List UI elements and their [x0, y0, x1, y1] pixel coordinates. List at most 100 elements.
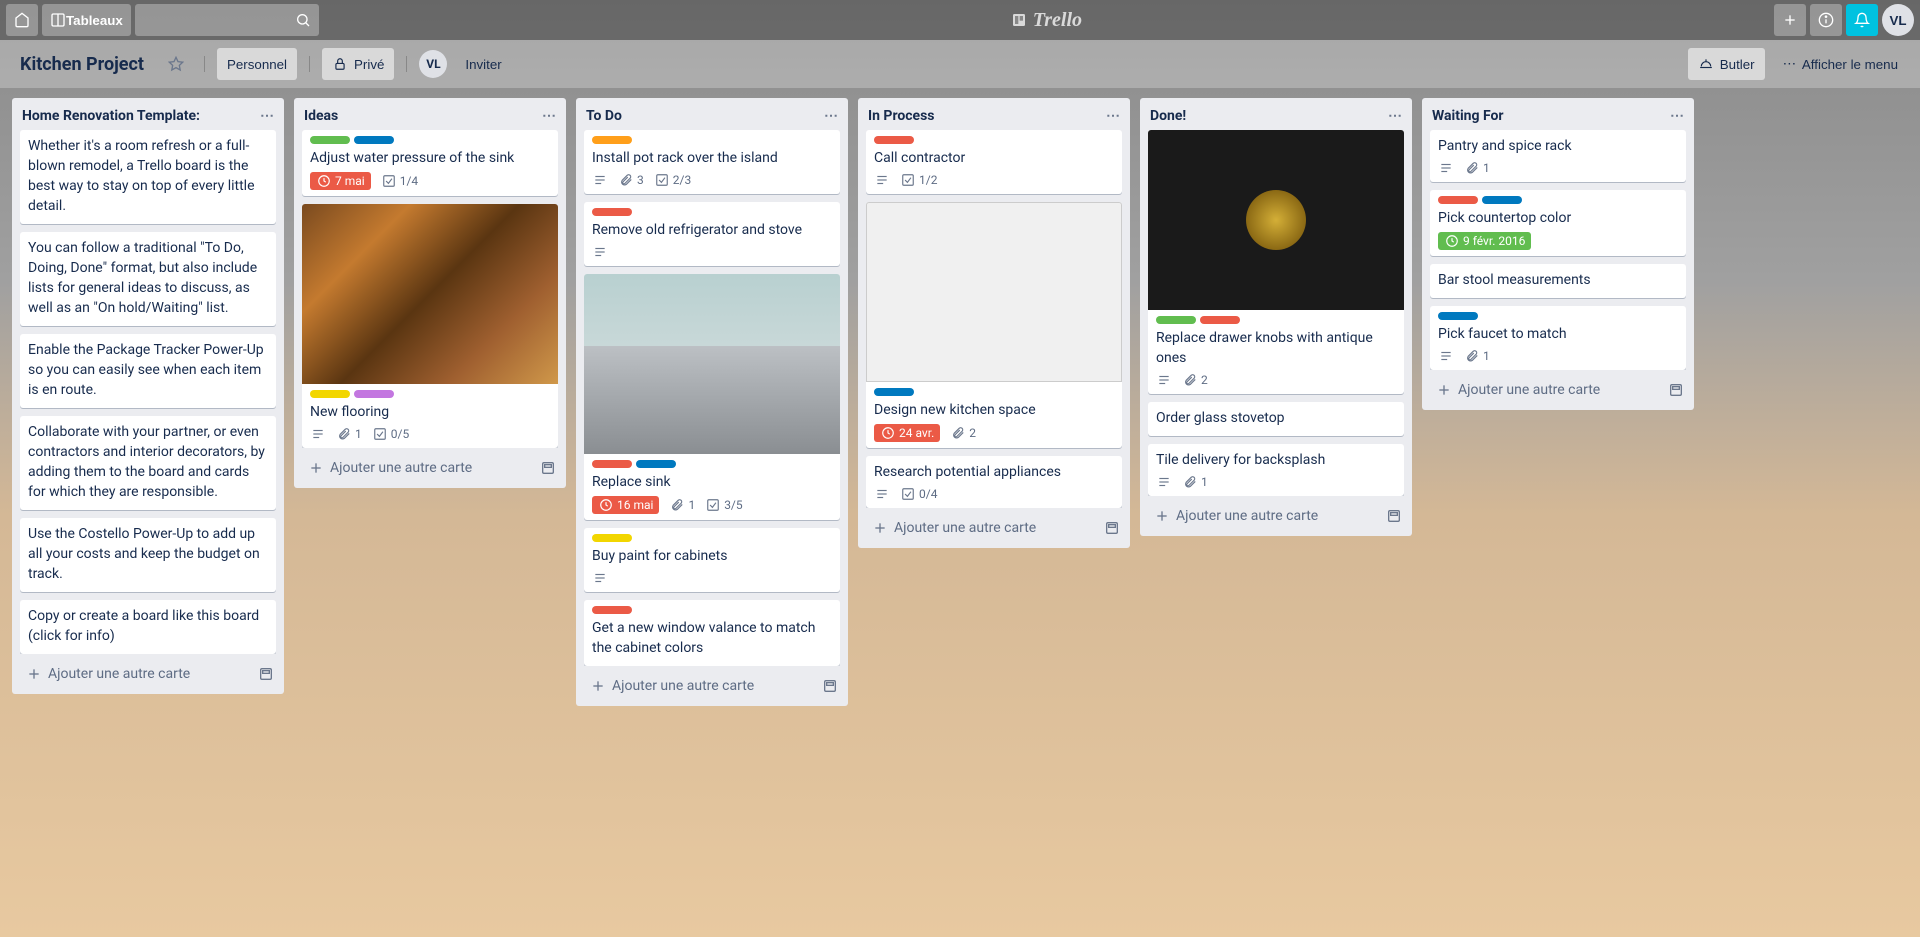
- home-button[interactable]: [6, 4, 38, 36]
- trello-logo[interactable]: Trello: [1011, 9, 1082, 32]
- card[interactable]: Pick faucet to match1: [1430, 306, 1686, 370]
- add-button[interactable]: [1774, 4, 1806, 36]
- card[interactable]: Replace drawer knobs with antique ones2: [1148, 130, 1404, 394]
- card[interactable]: Call contractor1/2: [866, 130, 1122, 194]
- card[interactable]: Buy paint for cabinets: [584, 528, 840, 592]
- card[interactable]: You can follow a traditional "To Do, Doi…: [20, 232, 276, 326]
- description-badge: [592, 172, 608, 188]
- create-from-template-button[interactable]: [1104, 520, 1120, 536]
- clock-icon: [316, 173, 332, 189]
- label-red[interactable]: [874, 136, 914, 144]
- add-card-button[interactable]: Ajouter une autre carte: [304, 456, 476, 480]
- list-menu-button[interactable]: ⋯: [260, 108, 274, 124]
- card[interactable]: Pantry and spice rack1: [1430, 130, 1686, 182]
- card[interactable]: Bar stool measurements: [1430, 264, 1686, 298]
- team-button[interactable]: Personnel: [217, 48, 297, 80]
- search-input[interactable]: [135, 4, 319, 36]
- card[interactable]: Collaborate with your partner, or even c…: [20, 416, 276, 510]
- create-from-template-button[interactable]: [822, 678, 838, 694]
- card-title: Use the Costello Power-Up to add up all …: [28, 524, 268, 584]
- list-menu-button[interactable]: ⋯: [542, 108, 556, 124]
- label-yellow[interactable]: [310, 390, 350, 398]
- card-title: Buy paint for cabinets: [592, 546, 832, 566]
- card-labels: [310, 390, 550, 398]
- user-avatar[interactable]: VL: [1882, 4, 1914, 36]
- card-title: Get a new window valance to match the ca…: [592, 618, 832, 658]
- label-red[interactable]: [592, 208, 632, 216]
- label-red[interactable]: [592, 606, 632, 614]
- create-from-template-button[interactable]: [258, 666, 274, 682]
- card[interactable]: Enable the Package Tracker Power-Up so y…: [20, 334, 276, 408]
- list-title[interactable]: Done!: [1150, 108, 1186, 124]
- card[interactable]: Adjust water pressure of the sink7 mai1/…: [302, 130, 558, 196]
- label-red[interactable]: [1200, 316, 1240, 324]
- invite-button[interactable]: Inviter: [455, 57, 511, 72]
- list: Ideas ⋯ Adjust water pressure of the sin…: [294, 98, 566, 488]
- add-card-button[interactable]: Ajouter une autre carte: [586, 674, 758, 698]
- label-green[interactable]: [1156, 316, 1196, 324]
- label-red[interactable]: [1438, 196, 1478, 204]
- label-green[interactable]: [310, 136, 350, 144]
- label-blue[interactable]: [1438, 312, 1478, 320]
- checklist-icon: [654, 172, 670, 188]
- list-title[interactable]: Ideas: [304, 108, 338, 124]
- card[interactable]: Pick countertop color9 févr. 2016: [1430, 190, 1686, 256]
- label-blue[interactable]: [354, 136, 394, 144]
- boards-button[interactable]: Tableaux: [42, 4, 131, 36]
- attachment-icon: [1464, 160, 1480, 176]
- board-header-right: Butler ⋯ Afficher le menu: [1688, 48, 1908, 80]
- add-card-button[interactable]: Ajouter une autre carte: [1432, 378, 1604, 402]
- card[interactable]: Remove old refrigerator and stove: [584, 202, 840, 266]
- card-labels: [592, 606, 832, 614]
- attachments-badge: 2: [1182, 372, 1208, 388]
- board-canvas[interactable]: Home Renovation Template: ⋯ Whether it's…: [0, 88, 1920, 937]
- list-title[interactable]: Home Renovation Template:: [22, 108, 200, 124]
- card[interactable]: New flooring10/5: [302, 204, 558, 448]
- list-header: Ideas ⋯: [294, 98, 566, 130]
- label-purple[interactable]: [354, 390, 394, 398]
- list-cards: Pantry and spice rack1 Pick countertop co…: [1422, 130, 1694, 370]
- card[interactable]: Tile delivery for backsplash1: [1148, 444, 1404, 496]
- star-button[interactable]: [160, 48, 192, 80]
- attachments-badge: 1: [1464, 348, 1490, 364]
- card[interactable]: Order glass stovetop: [1148, 402, 1404, 436]
- card[interactable]: Replace sink16 mai13/5: [584, 274, 840, 520]
- card[interactable]: Design new kitchen space24 avr.2: [866, 202, 1122, 448]
- card[interactable]: Copy or create a board like this board (…: [20, 600, 276, 654]
- list-menu-button[interactable]: ⋯: [824, 108, 838, 124]
- add-card-button[interactable]: Ajouter une autre carte: [22, 662, 194, 686]
- notifications-button[interactable]: [1846, 4, 1878, 36]
- butler-button[interactable]: Butler: [1688, 48, 1765, 80]
- info-button[interactable]: [1810, 4, 1842, 36]
- card[interactable]: Whether it's a room refresh or a full-bl…: [20, 130, 276, 224]
- list-footer: Ajouter une autre carte: [294, 448, 566, 488]
- card-badges: 24 avr.2: [874, 424, 1114, 444]
- list-title[interactable]: In Process: [868, 108, 935, 124]
- card[interactable]: Use the Costello Power-Up to add up all …: [20, 518, 276, 592]
- create-from-template-button[interactable]: [1668, 382, 1684, 398]
- add-card-button[interactable]: Ajouter une autre carte: [868, 516, 1040, 540]
- list-title[interactable]: Waiting For: [1432, 108, 1504, 124]
- card[interactable]: Get a new window valance to match the ca…: [584, 600, 840, 666]
- list-menu-button[interactable]: ⋯: [1106, 108, 1120, 124]
- separator: [204, 56, 205, 72]
- card[interactable]: Research potential appliances0/4: [866, 456, 1122, 508]
- list-menu-button[interactable]: ⋯: [1388, 108, 1402, 124]
- list-title[interactable]: To Do: [586, 108, 622, 124]
- label-orange[interactable]: [592, 136, 632, 144]
- board-title[interactable]: Kitchen Project: [12, 54, 152, 75]
- label-blue[interactable]: [1482, 196, 1522, 204]
- card[interactable]: Install pot rack over the island32/3: [584, 130, 840, 194]
- board-member-avatar[interactable]: VL: [419, 50, 447, 78]
- label-blue[interactable]: [874, 388, 914, 396]
- create-from-template-button[interactable]: [540, 460, 556, 476]
- label-yellow[interactable]: [592, 534, 632, 542]
- label-red[interactable]: [592, 460, 632, 468]
- star-icon: [168, 56, 184, 72]
- show-menu-button[interactable]: ⋯ Afficher le menu: [1773, 48, 1908, 80]
- list-menu-button[interactable]: ⋯: [1670, 108, 1684, 124]
- privacy-button[interactable]: Privé: [322, 48, 394, 80]
- add-card-button[interactable]: Ajouter une autre carte: [1150, 504, 1322, 528]
- label-blue[interactable]: [636, 460, 676, 468]
- create-from-template-button[interactable]: [1386, 508, 1402, 524]
